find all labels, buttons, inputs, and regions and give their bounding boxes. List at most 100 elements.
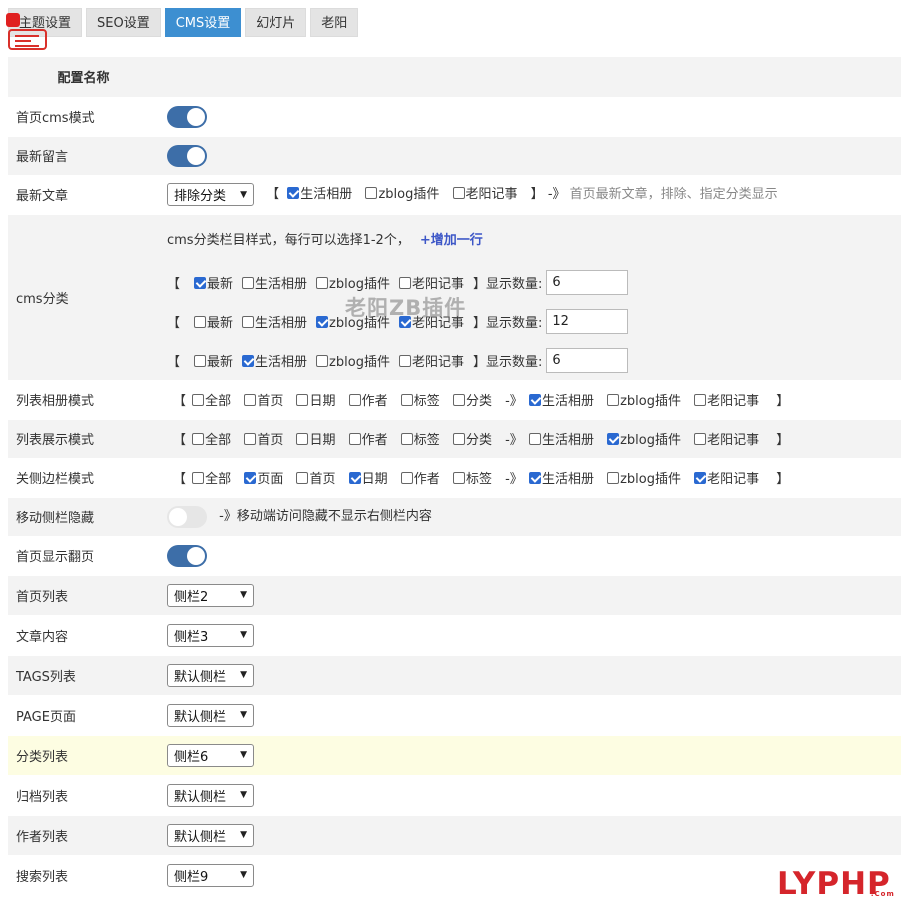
tab-slideshow[interactable]: 幻灯片	[245, 8, 307, 37]
home-cms-toggle[interactable]	[167, 105, 207, 128]
list-display-controls: 【 全部 首页 日期 作者 标签 分类 -》 生活相册 zblog插件 老阳记事…	[159, 419, 901, 459]
checkbox-laoyang-notes[interactable]	[398, 354, 411, 367]
option-label: 全部	[205, 394, 232, 409]
option-label: 作者	[361, 394, 388, 409]
mobile-hide-note: -》移动端访问隐藏不显示右侧栏内容	[219, 509, 432, 525]
count-input[interactable]: 6	[546, 347, 629, 373]
count-label: 】显示数量:	[472, 315, 543, 331]
option-label: 生活相册	[541, 433, 594, 448]
checkbox-life-album[interactable]	[528, 433, 541, 445]
page-select[interactable]: 默认侧栏 ▼	[167, 703, 254, 727]
count-input[interactable]: 6	[546, 269, 629, 295]
home-list-select[interactable]: 侧栏2 ▼	[167, 583, 254, 607]
option-label: 老阳记事	[411, 354, 464, 370]
option-label: 首页	[257, 433, 284, 448]
checkbox-zblog-plugin[interactable]	[316, 276, 329, 289]
checkbox-page[interactable]	[244, 472, 257, 484]
cms-line-1: 【 最新 生活相册 zblog插件 老阳记事 】显示数量: 6	[167, 263, 901, 302]
checkbox-category[interactable]	[452, 394, 465, 406]
checkbox-all[interactable]	[192, 394, 205, 406]
checkbox-life-album[interactable]	[528, 472, 541, 484]
checkbox-laoyang-notes[interactable]	[452, 187, 465, 199]
settings-table: 配置名称 首页cms模式 最新留言 最新文章 排除分类 ▼ 【 生活相册 zblo…	[8, 57, 901, 896]
home-paging-toggle[interactable]	[167, 544, 207, 567]
checkbox-all[interactable]	[192, 472, 205, 484]
checkbox-latest[interactable]	[194, 315, 207, 328]
category-list-select[interactable]: 侧栏6 ▼	[167, 743, 254, 767]
checkbox-life-album[interactable]	[528, 394, 541, 406]
option-label: 作者	[361, 433, 388, 448]
arrow-text: -》	[505, 433, 523, 448]
option-label: 生活相册	[255, 354, 308, 370]
checkbox-date[interactable]	[348, 472, 361, 484]
checkbox-laoyang-notes[interactable]	[694, 472, 707, 484]
badge-icon	[6, 13, 20, 27]
option-label: zblog插件	[329, 276, 390, 292]
mobile-hide-toggle[interactable]	[167, 505, 207, 528]
checkbox-tag[interactable]	[400, 394, 413, 406]
cms-category-intro: cms分类栏目样式，每行可以选择1-2个，	[167, 233, 410, 248]
author-list-select[interactable]: 默认侧栏 ▼	[167, 823, 254, 847]
list-album-controls: 【 全部 首页 日期 作者 标签 分类 -》 生活相册 zblog插件 老阳记事…	[159, 380, 901, 420]
checkbox-author[interactable]	[400, 472, 413, 484]
tab-laoyang[interactable]: 老阳	[310, 8, 359, 37]
checkbox-laoyang-notes[interactable]	[694, 394, 707, 406]
article-select[interactable]: 侧栏3 ▼	[167, 623, 254, 647]
checkbox-latest[interactable]	[194, 354, 207, 367]
search-list-select[interactable]: 侧栏9 ▼	[167, 863, 254, 887]
checkbox-author[interactable]	[348, 394, 361, 406]
label-list-album: 列表相册模式	[8, 380, 159, 420]
option-label: 日期	[309, 394, 336, 409]
option-label: zblog插件	[620, 394, 681, 409]
checkbox-zblog-plugin[interactable]	[365, 187, 378, 199]
checkbox-home[interactable]	[244, 433, 257, 445]
arrow-text: -》	[505, 394, 523, 409]
checkbox-zblog-plugin[interactable]	[607, 472, 620, 484]
label-mobile-hide: 移动侧栏隐藏	[8, 497, 159, 537]
tab-cms-settings[interactable]: CMS设置	[164, 8, 242, 37]
checkbox-date[interactable]	[296, 433, 309, 445]
chevron-down-icon: ▼	[240, 710, 247, 720]
label-search-list: 搜索列表	[8, 855, 159, 896]
checkbox-home[interactable]	[296, 472, 309, 484]
add-row-link[interactable]: +增加一行	[420, 229, 483, 248]
option-label: 生活相册	[255, 276, 308, 292]
menu-icon[interactable]	[8, 29, 47, 50]
label-list-display: 列表展示模式	[8, 419, 159, 459]
chevron-down-icon: ▼	[240, 670, 247, 680]
checkbox-author[interactable]	[348, 433, 361, 445]
option-label: zblog插件	[329, 354, 390, 370]
header-config-name: 配置名称	[8, 57, 159, 98]
tab-seo-settings[interactable]: SEO设置	[86, 8, 161, 37]
checkbox-zblog-plugin[interactable]	[607, 394, 620, 406]
option-label: 分类	[465, 433, 492, 448]
exclude-category-select[interactable]: 排除分类 ▼	[167, 183, 254, 206]
checkbox-home[interactable]	[244, 394, 257, 406]
cms-line-2: 【 最新 生活相册 zblog插件 老阳记事 】显示数量: 12	[167, 302, 901, 341]
option-label: zblog插件	[378, 187, 440, 202]
checkbox-tag[interactable]	[452, 472, 465, 484]
checkbox-laoyang-notes[interactable]	[694, 433, 707, 445]
tags-list-select[interactable]: 默认侧栏 ▼	[167, 663, 254, 687]
latest-comments-toggle[interactable]	[167, 144, 207, 167]
count-input[interactable]: 12	[546, 308, 629, 334]
checkbox-life-album[interactable]	[287, 187, 300, 199]
chevron-down-icon: ▼	[240, 189, 247, 200]
checkbox-all[interactable]	[192, 433, 205, 445]
checkbox-latest[interactable]	[194, 276, 207, 289]
checkbox-tag[interactable]	[400, 433, 413, 445]
option-label: 最新	[207, 315, 234, 331]
archive-list-select[interactable]: 默认侧栏 ▼	[167, 783, 254, 807]
checkbox-life-album[interactable]	[242, 315, 255, 328]
checkbox-zblog-plugin[interactable]	[316, 315, 329, 328]
checkbox-life-album[interactable]	[242, 276, 255, 289]
checkbox-date[interactable]	[296, 394, 309, 406]
checkbox-zblog-plugin[interactable]	[607, 433, 620, 445]
checkbox-life-album[interactable]	[242, 354, 255, 367]
checkbox-zblog-plugin[interactable]	[316, 354, 329, 367]
arrow-text: -》	[547, 187, 566, 202]
checkbox-category[interactable]	[452, 433, 465, 445]
option-label: 首页	[257, 394, 284, 409]
checkbox-laoyang-notes[interactable]	[398, 276, 411, 289]
arrow-text: -》	[505, 472, 523, 487]
